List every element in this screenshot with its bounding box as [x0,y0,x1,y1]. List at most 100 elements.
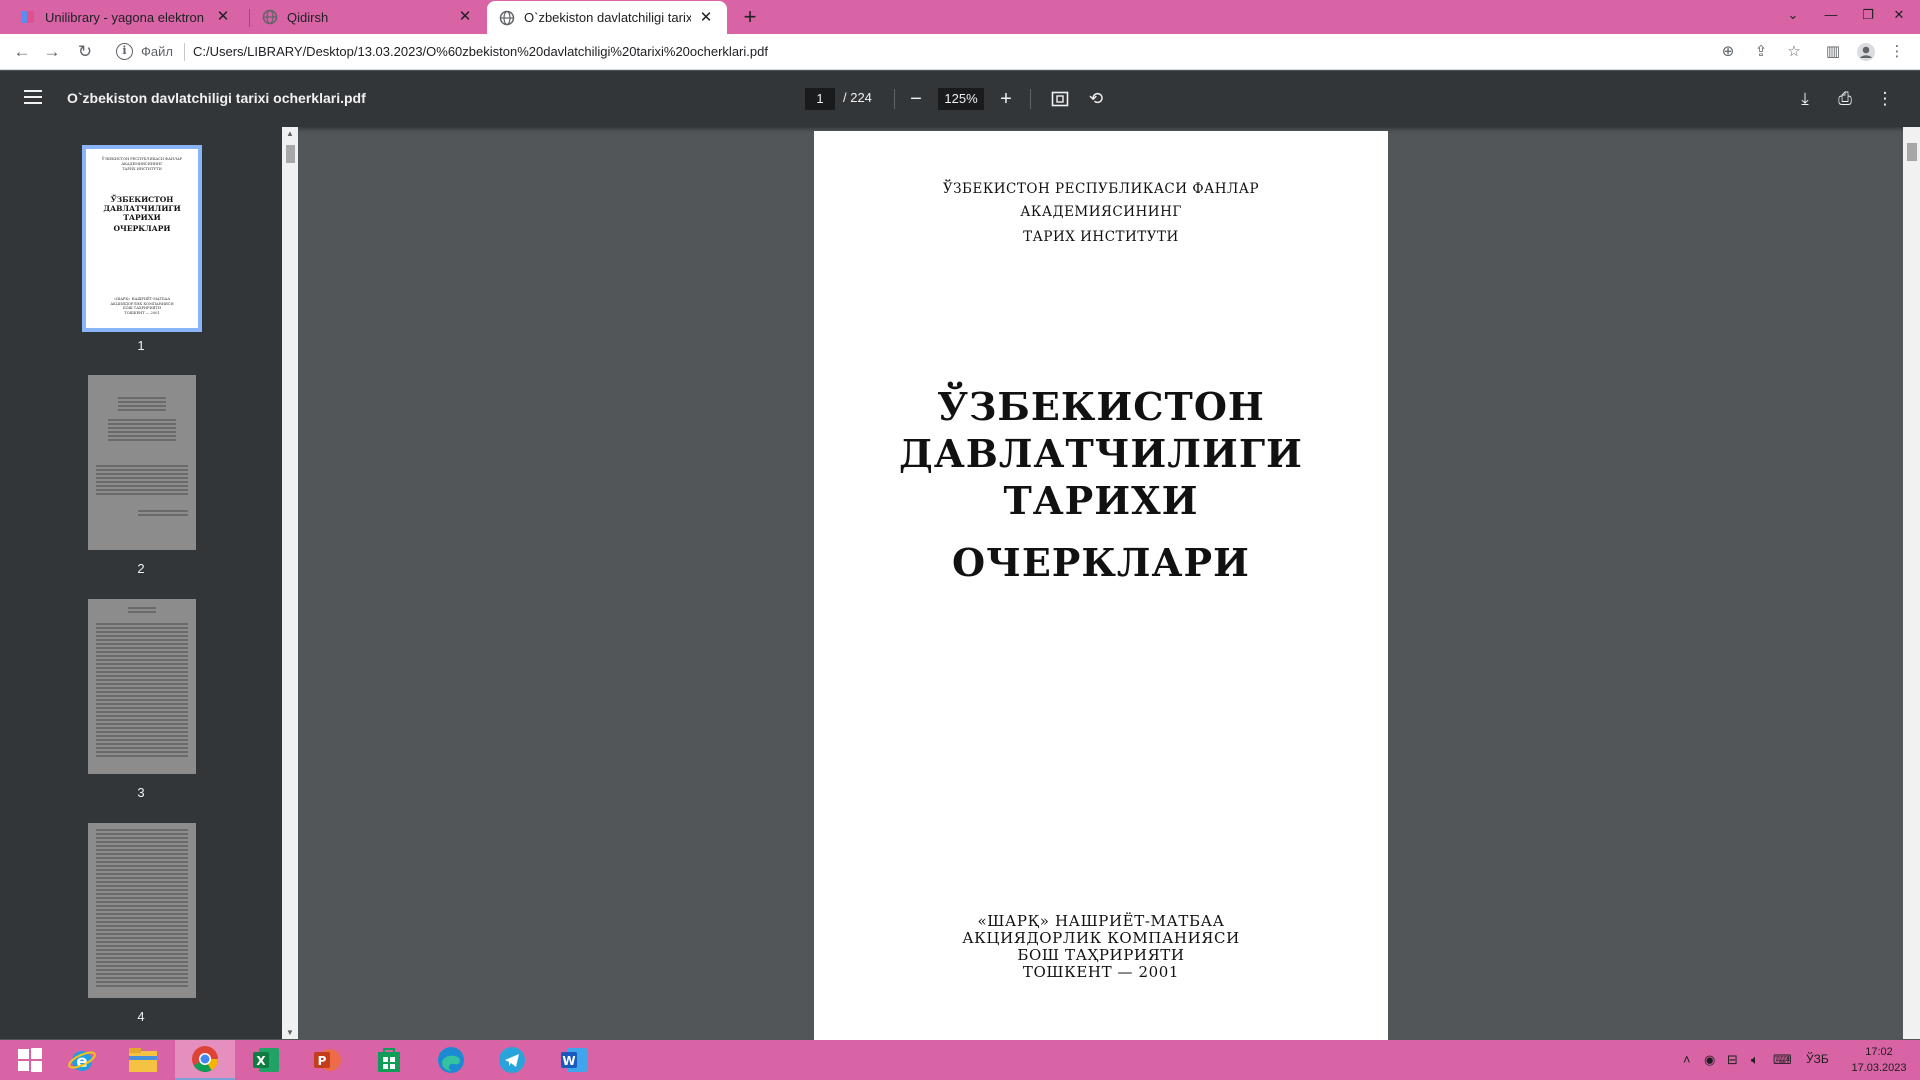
tab-title: Unilibrary - yagona elektron kutu [45,9,208,25]
svg-text:W: W [562,1054,575,1068]
page-header-line: ТАРИХ ИНСТИТУТИ [1023,229,1179,245]
pdf-toolbar: O`zbekiston davlatchiligi tarixi ocherkl… [0,71,1920,127]
bookmark-star-icon[interactable]: ☆ [1782,40,1806,64]
zoom-out-icon[interactable]: − [902,85,930,113]
sidebar-menu-icon[interactable] [24,90,42,104]
publisher-line: ТОШКЕНТ — 2001 [1022,963,1180,981]
document-scrollbar[interactable] [1903,127,1920,1039]
publisher-line: «ШАРҚ» НАШРИЁТ-МАТБАА [977,912,1225,930]
thumb-publisher-line: ТОШКЕНТ — 2001 [124,310,160,315]
edge-icon[interactable] [421,1040,481,1080]
omnibox-divider [184,43,185,61]
pdf-page-1: ЎЗБЕКИСТОН РЕСПУБЛИКАСИ ФАНЛАР АКАДЕМИЯС… [814,131,1388,1041]
zoom-magnifier-icon[interactable]: ⊕ [1716,40,1740,64]
page-number-input[interactable]: 1 [805,88,835,110]
thumb-header-line: ТАРИХ ИНСТИТУТИ [122,167,162,171]
tab-title: Qidirsh [287,9,329,25]
system-clock[interactable]: 17:02 17.03.2023 [1848,1044,1910,1076]
globe-icon [499,10,515,25]
info-icon[interactable]: i [116,43,133,60]
profile-avatar-icon[interactable] [1854,40,1878,64]
file-explorer-icon[interactable] [113,1040,173,1080]
tab-close-icon[interactable]: ✕ [456,8,474,26]
word-icon[interactable]: W [544,1040,604,1080]
side-panel-icon[interactable]: ▥ [1821,40,1845,64]
thumbnail-page-1[interactable]: ЎЗБЕКИСТОН РЕСПУБЛИКАСИ ФАНЛАР АКАДЕМИЯС… [82,145,202,332]
tab-title: O`zbekiston davlatchiligi tarixi oc [524,10,691,25]
microsoft-store-icon[interactable] [359,1040,419,1080]
share-icon[interactable]: ⇪ [1749,40,1773,64]
internet-explorer-icon[interactable]: e [52,1040,112,1080]
clock-date: 17.03.2023 [1851,1062,1907,1074]
document-scroll-thumb[interactable] [1907,143,1917,161]
publisher-line: БОШ ТАҲРИРИЯТИ [1017,946,1185,964]
fit-to-page-icon[interactable] [1046,85,1074,113]
tab-pdf-active[interactable]: O`zbekiston davlatchiligi tarixi oc ✕ [487,1,727,34]
tab-close-icon[interactable]: ✕ [214,8,232,26]
sidebar-scrollbar[interactable]: ▲ ▼ [282,127,298,1039]
thumbnail-page-3[interactable] [88,599,196,774]
svg-text:P: P [318,1054,327,1068]
publisher-line: АКЦИЯДОРЛИК КОМПАНИЯСИ [962,929,1240,947]
sidebar-scroll-thumb[interactable] [286,145,295,163]
unilibrary-favicon-icon [21,11,34,23]
page-header-line: ЎЗБЕКИСТОН РЕСПУБЛИКАСИ ФАНЛАР [942,181,1260,197]
download-icon[interactable]: ⤓ [1791,85,1819,113]
zoom-in-icon[interactable]: + [992,85,1020,113]
book-title-line: ЎЗБЕКИСТОН [937,384,1265,429]
print-icon[interactable]: ⎙ [1831,85,1859,113]
scheme-label: Файл [141,44,173,59]
more-options-icon[interactable]: ⋮ [1871,85,1899,113]
thumb-title-line: ДАВЛАТЧИЛИГИ [103,204,181,213]
thumbnail-label: 2 [137,561,145,576]
address-bar[interactable]: i Файл C:/Users/LIBRARY/Desktop/13.03.20… [108,38,1778,66]
book-title-line: ТАРИХИ [1003,478,1199,523]
book-title-line: ДАВЛАТЧИЛИГИ [899,431,1303,476]
zoom-input[interactable]: 125% [938,88,984,110]
back-arrow-icon[interactable]: ← [10,40,34,64]
url-text[interactable]: C:/Users/LIBRARY/Desktop/13.03.2023/O%60… [193,44,768,59]
thumb-title-line: ОЧЕРКЛАРИ [113,224,171,233]
pdf-file-name: O`zbekiston davlatchiligi tarixi ocherkl… [67,90,366,106]
tab-qidirsh[interactable]: Qidirsh ✕ [250,0,486,34]
windows-start-icon[interactable] [0,1040,60,1080]
new-tab-button[interactable]: + [737,4,763,30]
forward-arrow-icon[interactable]: → [40,40,64,64]
thumb-title-line: ЎЗБЕКИСТОН [110,195,174,204]
show-hidden-icons-icon[interactable]: ˄ [1683,1052,1691,1067]
telegram-icon[interactable] [482,1040,542,1080]
excel-icon[interactable]: X [236,1040,296,1080]
chrome-menu-icon[interactable]: ⋮ [1885,40,1909,64]
keyboard-icon[interactable]: ⌨ [1773,1052,1792,1068]
thumbnail-page-4[interactable] [88,823,196,998]
toolbar-divider [1030,89,1031,109]
scroll-up-arrow-icon[interactable]: ▲ [285,129,295,138]
page-count: / 224 [843,90,872,105]
scroll-down-arrow-icon[interactable]: ▼ [285,1028,295,1037]
thumbnail-page-2[interactable] [88,375,196,550]
tab-close-icon[interactable]: ✕ [697,9,715,27]
globe-icon [262,9,278,25]
thumbnail-label: 4 [137,1009,145,1024]
svg-text:X: X [256,1054,266,1068]
chrome-icon[interactable] [175,1040,235,1080]
toolbar-divider [894,89,895,109]
reload-icon[interactable]: ↻ [73,40,97,64]
book-subtitle: ОЧЕРКЛАРИ [952,540,1250,585]
rotate-icon[interactable]: ⟲ [1082,85,1110,113]
tab-unilibrary[interactable]: Unilibrary - yagona elektron kutu ✕ [8,0,244,34]
clock-time: 17:02 [1865,1046,1893,1058]
thumbnail-label: 1 [137,338,145,353]
windows-taskbar: e X P W ˄ ◉ ⊟ 🔈︎ ⌨ ЎЗБ 17:02 17.03.2023 [0,1040,1920,1080]
sync-status-icon[interactable]: ◉ [1704,1052,1715,1068]
thumb-title-line: ТАРИХИ [123,213,161,222]
network-icon[interactable]: ⊟ [1727,1052,1738,1068]
thumbnail-label: 3 [137,785,145,800]
thumbnail-sidebar: ЎЗБЕКИСТОН РЕСПУБЛИКАСИ ФАНЛАР АКАДЕМИЯС… [0,127,282,1039]
tab-strip: Unilibrary - yagona elektron kutu ✕ Qidi… [0,0,1920,34]
page-header-line: АКАДЕМИЯСИНИНГ [1020,204,1182,220]
language-indicator[interactable]: ЎЗБ [1806,1052,1829,1066]
powerpoint-icon[interactable]: P [297,1040,357,1080]
volume-icon[interactable]: 🔈︎ [1751,1052,1759,1068]
close-window-button[interactable]: ✕ [1876,0,1920,34]
